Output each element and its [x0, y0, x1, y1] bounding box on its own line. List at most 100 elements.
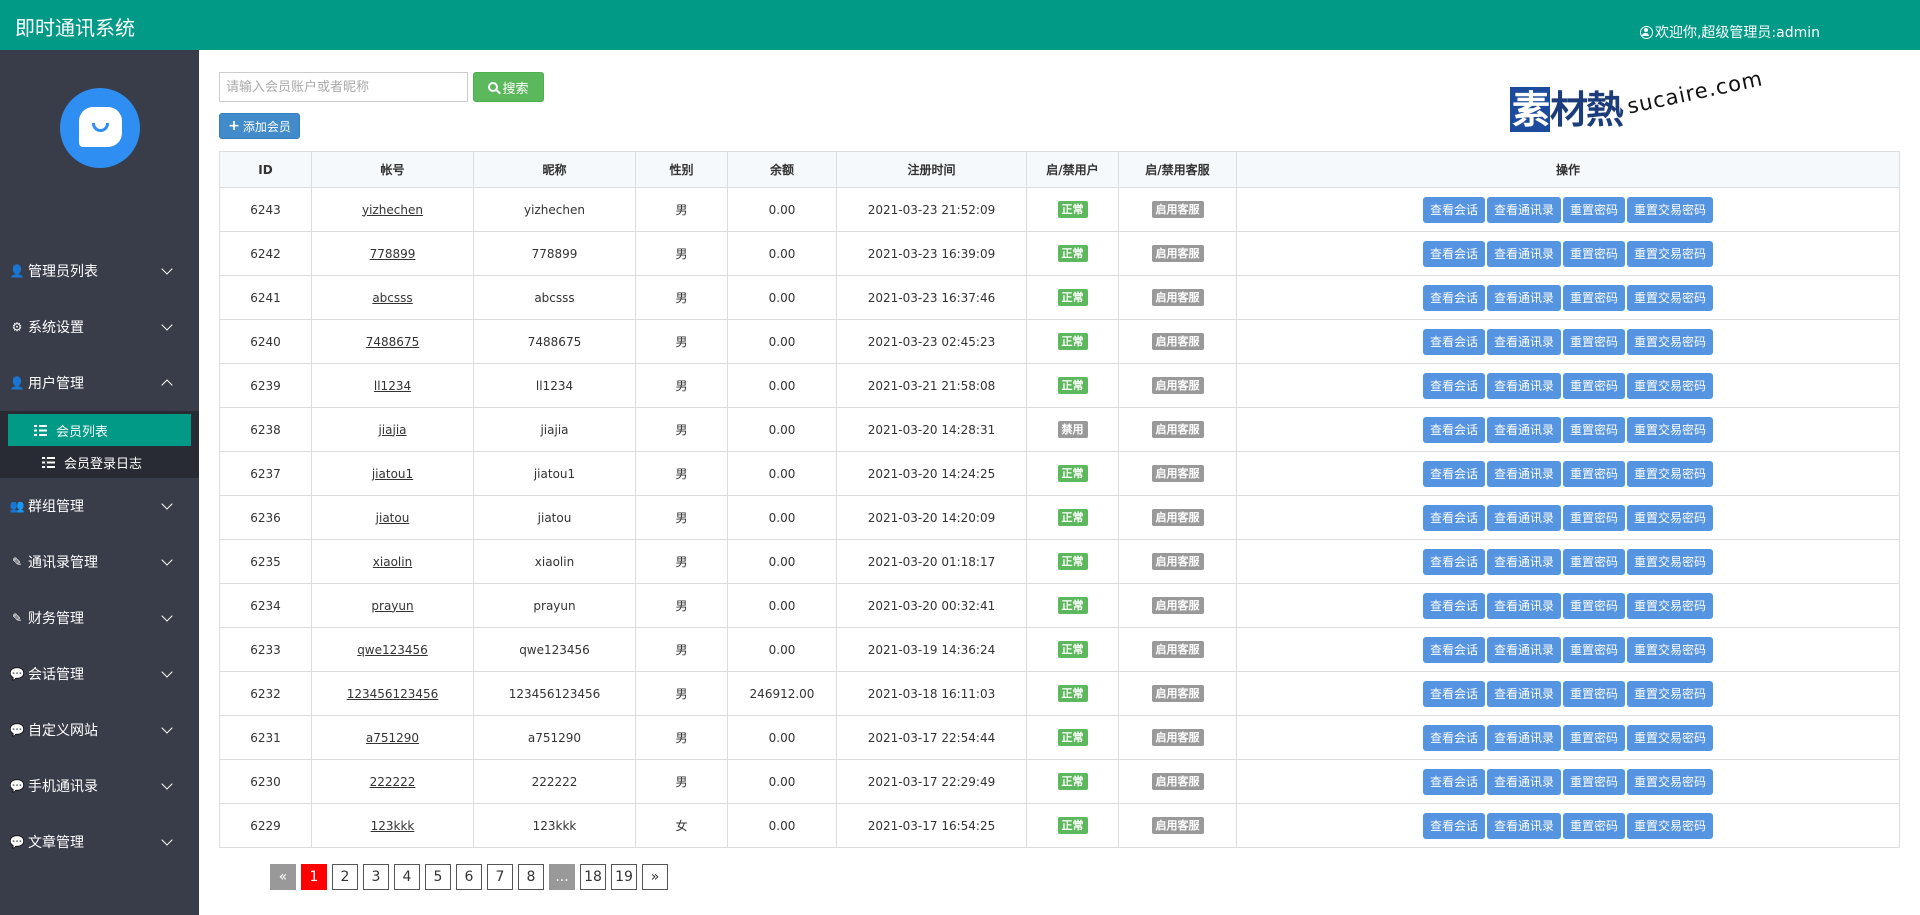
cs-status-badge[interactable]: 启用客服: [1151, 421, 1204, 438]
submenu-item-1[interactable]: 会员登录日志: [8, 446, 191, 478]
reset-trade-password-button[interactable]: 重置交易密码: [1627, 372, 1714, 399]
reset-trade-password-button[interactable]: 重置交易密码: [1627, 812, 1714, 839]
cs-status-badge[interactable]: 启用客服: [1151, 333, 1204, 350]
page-button[interactable]: 5: [425, 864, 451, 890]
page-button[interactable]: 18: [580, 864, 606, 890]
cell-account[interactable]: 7488675: [311, 319, 474, 364]
view-contacts-button[interactable]: 查看通讯录: [1486, 812, 1561, 839]
view-contacts-button[interactable]: 查看通讯录: [1486, 372, 1561, 399]
sidebar-item-9[interactable]: 💬 文章管理: [0, 814, 199, 870]
reset-password-button[interactable]: 重置密码: [1563, 724, 1626, 751]
sidebar-item-5[interactable]: ✎ 财务管理: [0, 590, 199, 646]
reset-trade-password-button[interactable]: 重置交易密码: [1627, 328, 1714, 355]
sidebar-item-2[interactable]: 👤 用户管理: [0, 355, 199, 411]
user-status-badge[interactable]: 正常: [1057, 685, 1088, 702]
cell-account[interactable]: xiaolin: [311, 539, 474, 584]
cell-account[interactable]: 778899: [311, 231, 474, 276]
add-member-button[interactable]: + 添加会员: [219, 113, 300, 139]
view-contacts-button[interactable]: 查看通讯录: [1486, 504, 1561, 531]
reset-trade-password-button[interactable]: 重置交易密码: [1627, 196, 1714, 223]
reset-password-button[interactable]: 重置密码: [1563, 372, 1626, 399]
view-sessions-button[interactable]: 查看会话: [1422, 372, 1485, 399]
cs-status-badge[interactable]: 启用客服: [1151, 817, 1204, 834]
sidebar-item-8[interactable]: 💬 手机通讯录: [0, 758, 199, 814]
reset-password-button[interactable]: 重置密码: [1563, 504, 1626, 531]
view-sessions-button[interactable]: 查看会话: [1422, 548, 1485, 575]
reset-password-button[interactable]: 重置密码: [1563, 328, 1626, 355]
user-status-badge[interactable]: 正常: [1057, 245, 1088, 262]
cs-status-badge[interactable]: 启用客服: [1151, 465, 1204, 482]
page-button[interactable]: 3: [363, 864, 389, 890]
user-status-badge[interactable]: 正常: [1057, 729, 1088, 746]
page-button[interactable]: 2: [332, 864, 358, 890]
cs-status-badge[interactable]: 启用客服: [1151, 729, 1204, 746]
sidebar-item-4[interactable]: ✎ 通讯录管理: [0, 534, 199, 590]
view-sessions-button[interactable]: 查看会话: [1422, 636, 1485, 663]
cell-account[interactable]: 123kkk: [311, 803, 474, 848]
reset-trade-password-button[interactable]: 重置交易密码: [1627, 592, 1714, 619]
reset-password-button[interactable]: 重置密码: [1563, 592, 1626, 619]
cell-account[interactable]: a751290: [311, 715, 474, 760]
user-status-badge[interactable]: 正常: [1057, 377, 1088, 394]
sidebar-item-1[interactable]: ⚙ 系统设置: [0, 299, 199, 355]
cs-status-badge[interactable]: 启用客服: [1151, 289, 1204, 306]
user-status-badge[interactable]: 正常: [1057, 465, 1088, 482]
view-sessions-button[interactable]: 查看会话: [1422, 284, 1485, 311]
reset-password-button[interactable]: 重置密码: [1563, 768, 1626, 795]
user-status-badge[interactable]: 正常: [1057, 641, 1088, 658]
reset-password-button[interactable]: 重置密码: [1563, 460, 1626, 487]
user-status-badge[interactable]: 正常: [1057, 773, 1088, 790]
reset-trade-password-button[interactable]: 重置交易密码: [1627, 240, 1714, 267]
reset-trade-password-button[interactable]: 重置交易密码: [1627, 460, 1714, 487]
user-status-badge[interactable]: 正常: [1057, 553, 1088, 570]
view-sessions-button[interactable]: 查看会话: [1422, 724, 1485, 751]
view-contacts-button[interactable]: 查看通讯录: [1486, 240, 1561, 267]
sidebar-item-6[interactable]: 💬 会话管理: [0, 646, 199, 702]
reset-trade-password-button[interactable]: 重置交易密码: [1627, 724, 1714, 751]
page-button[interactable]: 1: [301, 864, 327, 890]
page-button[interactable]: 6: [456, 864, 482, 890]
cell-account[interactable]: ll1234: [311, 363, 474, 408]
view-contacts-button[interactable]: 查看通讯录: [1486, 416, 1561, 443]
view-sessions-button[interactable]: 查看会话: [1422, 196, 1485, 223]
view-sessions-button[interactable]: 查看会话: [1422, 460, 1485, 487]
sidebar-item-7[interactable]: 💬 自定义网站: [0, 702, 199, 758]
page-button[interactable]: 8: [518, 864, 544, 890]
cs-status-badge[interactable]: 启用客服: [1151, 641, 1204, 658]
cell-account[interactable]: jiatou: [311, 495, 474, 540]
cell-account[interactable]: jiatou1: [311, 451, 474, 496]
cs-status-badge[interactable]: 启用客服: [1151, 597, 1204, 614]
view-sessions-button[interactable]: 查看会话: [1422, 680, 1485, 707]
reset-password-button[interactable]: 重置密码: [1563, 548, 1626, 575]
user-status-badge[interactable]: 正常: [1057, 509, 1088, 526]
cs-status-badge[interactable]: 启用客服: [1151, 685, 1204, 702]
page-button[interactable]: 19: [611, 864, 637, 890]
reset-password-button[interactable]: 重置密码: [1563, 240, 1626, 267]
view-sessions-button[interactable]: 查看会话: [1422, 592, 1485, 619]
cell-account[interactable]: qwe123456: [311, 627, 474, 672]
view-contacts-button[interactable]: 查看通讯录: [1486, 548, 1561, 575]
view-contacts-button[interactable]: 查看通讯录: [1486, 196, 1561, 223]
page-button[interactable]: »: [642, 864, 668, 890]
cell-account[interactable]: prayun: [311, 583, 474, 628]
cell-account[interactable]: abcsss: [311, 275, 474, 320]
sidebar-item-0[interactable]: 👤 管理员列表: [0, 243, 199, 299]
view-sessions-button[interactable]: 查看会话: [1422, 240, 1485, 267]
reset-trade-password-button[interactable]: 重置交易密码: [1627, 680, 1714, 707]
welcome-text[interactable]: 欢迎你,超级管理员:admin: [1639, 22, 1820, 42]
cell-account[interactable]: jiajia: [311, 407, 474, 452]
sidebar-item-3[interactable]: 👥 群组管理: [0, 478, 199, 534]
view-sessions-button[interactable]: 查看会话: [1422, 768, 1485, 795]
page-button[interactable]: ...: [549, 864, 575, 890]
reset-password-button[interactable]: 重置密码: [1563, 680, 1626, 707]
submenu-item-0[interactable]: 会员列表: [8, 414, 191, 446]
reset-password-button[interactable]: 重置密码: [1563, 636, 1626, 663]
view-sessions-button[interactable]: 查看会话: [1422, 328, 1485, 355]
reset-trade-password-button[interactable]: 重置交易密码: [1627, 768, 1714, 795]
reset-trade-password-button[interactable]: 重置交易密码: [1627, 636, 1714, 663]
view-contacts-button[interactable]: 查看通讯录: [1486, 724, 1561, 751]
user-status-badge[interactable]: 正常: [1057, 201, 1088, 218]
user-status-badge[interactable]: 正常: [1057, 817, 1088, 834]
user-status-badge[interactable]: 正常: [1057, 333, 1088, 350]
reset-trade-password-button[interactable]: 重置交易密码: [1627, 504, 1714, 531]
